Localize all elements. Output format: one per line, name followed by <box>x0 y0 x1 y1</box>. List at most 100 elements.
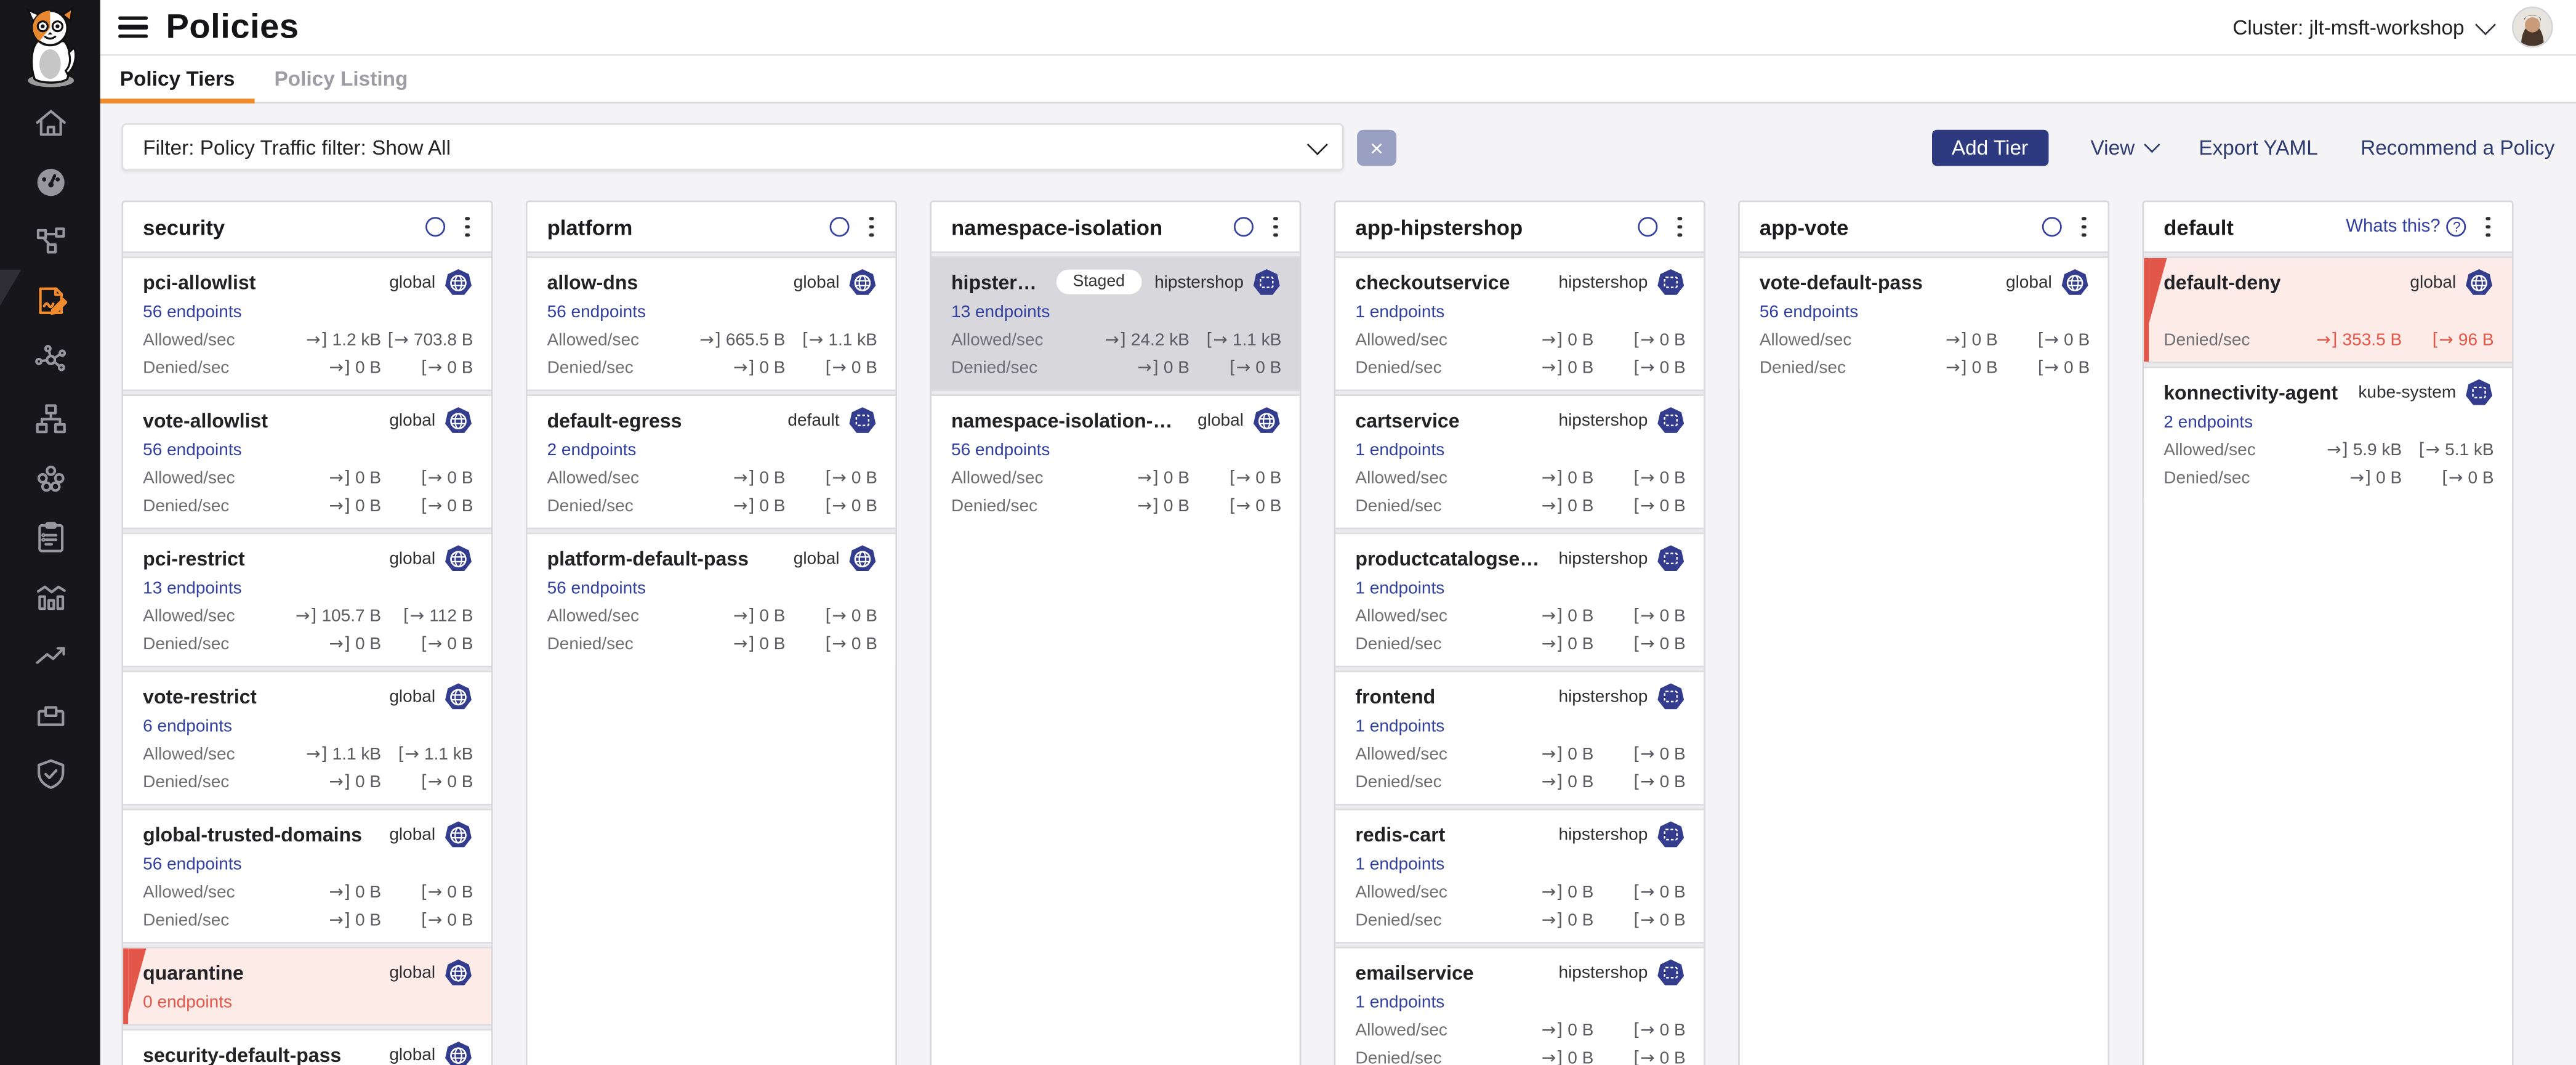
sidebar-item-threat-defense[interactable] <box>32 756 68 792</box>
policy-card[interactable]: vote-allowlist global 56 endpoints Allow… <box>123 396 491 527</box>
endpoints-link[interactable]: 2 endpoints <box>547 440 877 460</box>
help-label: Whats this? <box>2346 217 2440 237</box>
endpoints-link[interactable]: 1 endpoints <box>1355 302 1685 322</box>
policy-card[interactable]: platform-default-pass global 56 endpoint… <box>528 534 896 665</box>
endpoints-link[interactable]: 56 endpoints <box>143 302 473 322</box>
egress-arrow-icon: [→ <box>1206 330 1227 350</box>
sidebar-item-home[interactable] <box>32 105 68 142</box>
ingress-value: 0 B <box>1568 607 1593 626</box>
policy-card[interactable]: konnectivity-agent kube-system 2 endpoin… <box>2144 368 2512 500</box>
endpoints-link[interactable]: 56 endpoints <box>143 855 473 875</box>
policy-card[interactable]: namespace-isolation-default-p… global 56… <box>932 396 1300 527</box>
sidebar-item-endpoints[interactable] <box>32 460 68 496</box>
avatar[interactable] <box>2512 7 2553 48</box>
policy-card[interactable]: frontend hipstershop 1 endpoints Allowed… <box>1335 672 1704 803</box>
endpoints-link[interactable]: 56 endpoints <box>143 440 473 460</box>
policy-card[interactable]: productcatalogservice hipstershop 1 endp… <box>1335 534 1704 665</box>
calico-cat-logo[interactable] <box>13 5 87 91</box>
endpoints-link[interactable]: 56 endpoints <box>547 302 877 322</box>
sidebar-item-trends[interactable] <box>32 638 68 674</box>
endpoints-link[interactable]: 2 endpoints <box>2163 413 2493 432</box>
policy-card[interactable]: quarantine global 0 endpoints <box>123 949 491 1024</box>
policy-card[interactable]: checkoutservice hipstershop 1 endpoints … <box>1335 258 1704 389</box>
recommend-policy-button[interactable]: Recommend a Policy <box>2361 136 2554 158</box>
sidebar-item-dashboard[interactable] <box>32 164 68 201</box>
endpoints-link[interactable]: 56 endpoints <box>547 578 877 598</box>
tier-menu-button[interactable] <box>461 210 475 244</box>
endpoints-link[interactable]: 13 endpoints <box>143 578 473 598</box>
policy-card[interactable]: redis-cart hipstershop 1 endpoints Allow… <box>1335 811 1704 942</box>
card-divider <box>123 666 491 673</box>
sidebar-item-topology[interactable] <box>32 401 68 437</box>
tier-header: platform <box>528 202 896 251</box>
policy-card[interactable]: vote-default-pass global 56 endpoints Al… <box>1740 258 2108 389</box>
endpoints-link[interactable] <box>2163 302 2493 322</box>
sidebar-item-service-graph[interactable] <box>32 224 68 260</box>
tier-menu-button[interactable] <box>865 210 879 244</box>
tier-help-link[interactable]: Whats this? ? <box>2346 217 2466 237</box>
policy-card[interactable]: default-deny global Denied/sec →] 353.5 … <box>2144 258 2512 362</box>
egress-value: 0 B <box>851 468 877 488</box>
policy-card[interactable]: vote-restrict global 6 endpoints Allowed… <box>123 672 491 803</box>
policy-card[interactable]: cartservice hipstershop 1 endpoints Allo… <box>1335 396 1704 527</box>
ingress-arrow-icon: →] <box>306 745 327 764</box>
endpoints-link[interactable]: 13 endpoints <box>951 302 1281 322</box>
hamburger-menu-icon[interactable] <box>118 17 148 38</box>
sidebar-item-compliance[interactable] <box>32 519 68 556</box>
tier-help-link[interactable] <box>1228 217 1254 237</box>
tier-help-link[interactable] <box>420 217 446 237</box>
stat-label: Denied/sec <box>143 910 283 930</box>
export-yaml-button[interactable]: Export YAML <box>2199 136 2317 158</box>
sidebar-item-timeline[interactable] <box>32 578 68 615</box>
tier-help-link[interactable] <box>2036 217 2063 237</box>
tier-menu-button[interactable] <box>2077 210 2091 244</box>
namespace-icon <box>1656 681 1686 711</box>
ingress-arrow-icon: →] <box>2316 330 2337 350</box>
endpoints-link[interactable]: 1 endpoints <box>1355 440 1685 460</box>
egress-value: 0 B <box>2064 330 2090 350</box>
endpoints-link[interactable]: 1 endpoints <box>1355 993 1685 1013</box>
policy-card[interactable]: security-default-pass global <box>123 1031 491 1065</box>
policy-card[interactable]: pci-restrict global 13 endpoints Allowed… <box>123 534 491 665</box>
sidebar-item-workloads[interactable] <box>32 697 68 733</box>
scope-label: hipstershop <box>1545 548 1648 568</box>
policy-card[interactable]: hipstershop-gh… Staged hipstershop 13 en… <box>932 258 1300 389</box>
sidebar-item-network-sets[interactable] <box>32 342 68 378</box>
policy-name: frontend <box>1355 684 1435 707</box>
policy-card[interactable]: global-trusted-domains global 56 endpoin… <box>123 811 491 942</box>
tier-menu-button[interactable] <box>2481 210 2495 244</box>
ingress-arrow-icon: →] <box>329 772 350 792</box>
ingress-value: 0 B <box>759 468 785 488</box>
ingress-arrow-icon: →] <box>329 634 350 654</box>
tier-menu-button[interactable] <box>1673 210 1687 244</box>
cluster-selector[interactable]: Cluster: jlt-msft-workshop <box>2232 15 2490 38</box>
policy-card[interactable]: emailservice hipstershop 1 endpoints All… <box>1335 949 1704 1065</box>
endpoints-link[interactable]: 1 endpoints <box>1355 578 1685 598</box>
add-tier-button[interactable]: Add Tier <box>1932 129 2048 165</box>
policy-name: namespace-isolation-default-p… <box>951 408 1185 431</box>
tier-help-link[interactable] <box>824 217 850 237</box>
clear-filter-button[interactable]: × <box>1357 129 1396 165</box>
endpoints-link[interactable]: 0 endpoints <box>143 993 473 1013</box>
tabbar: Policy Tiers Policy Listing <box>100 56 2576 103</box>
endpoints-link[interactable]: 56 endpoints <box>1760 302 2090 322</box>
policy-card[interactable]: pci-allowlist global 56 endpoints Allowe… <box>123 258 491 389</box>
stat-row: Allowed/sec →] 0 B [→ 0 B <box>1355 607 1685 626</box>
policy-filter-select[interactable]: Filter: Policy Traffic filter: Show All <box>121 123 1343 171</box>
ingress-value: 0 B <box>759 358 785 378</box>
view-menu-button[interactable]: View <box>2091 136 2156 158</box>
tier-column-app-hipstershop: app-hipstershop checkoutservice hipsters… <box>1334 201 1705 1065</box>
endpoints-link[interactable]: 1 endpoints <box>1355 716 1685 736</box>
policy-card[interactable]: allow-dns global 56 endpoints Allowed/se… <box>528 258 896 389</box>
tab-policy-listing[interactable]: Policy Listing <box>254 56 427 102</box>
tier-menu-button[interactable] <box>1269 210 1283 244</box>
card-divider <box>1740 251 2108 258</box>
policy-card[interactable]: default-egress default 2 endpoints Allow… <box>528 396 896 527</box>
endpoints-link[interactable]: 56 endpoints <box>951 440 1281 460</box>
endpoints-link[interactable]: 1 endpoints <box>1355 855 1685 875</box>
tier-help-link[interactable] <box>1632 217 1659 237</box>
sidebar-item-policies[interactable] <box>32 283 68 319</box>
egress-value: 0 B <box>1660 468 1686 488</box>
endpoints-link[interactable]: 6 endpoints <box>143 716 473 736</box>
tab-policy-tiers[interactable]: Policy Tiers <box>100 56 255 102</box>
